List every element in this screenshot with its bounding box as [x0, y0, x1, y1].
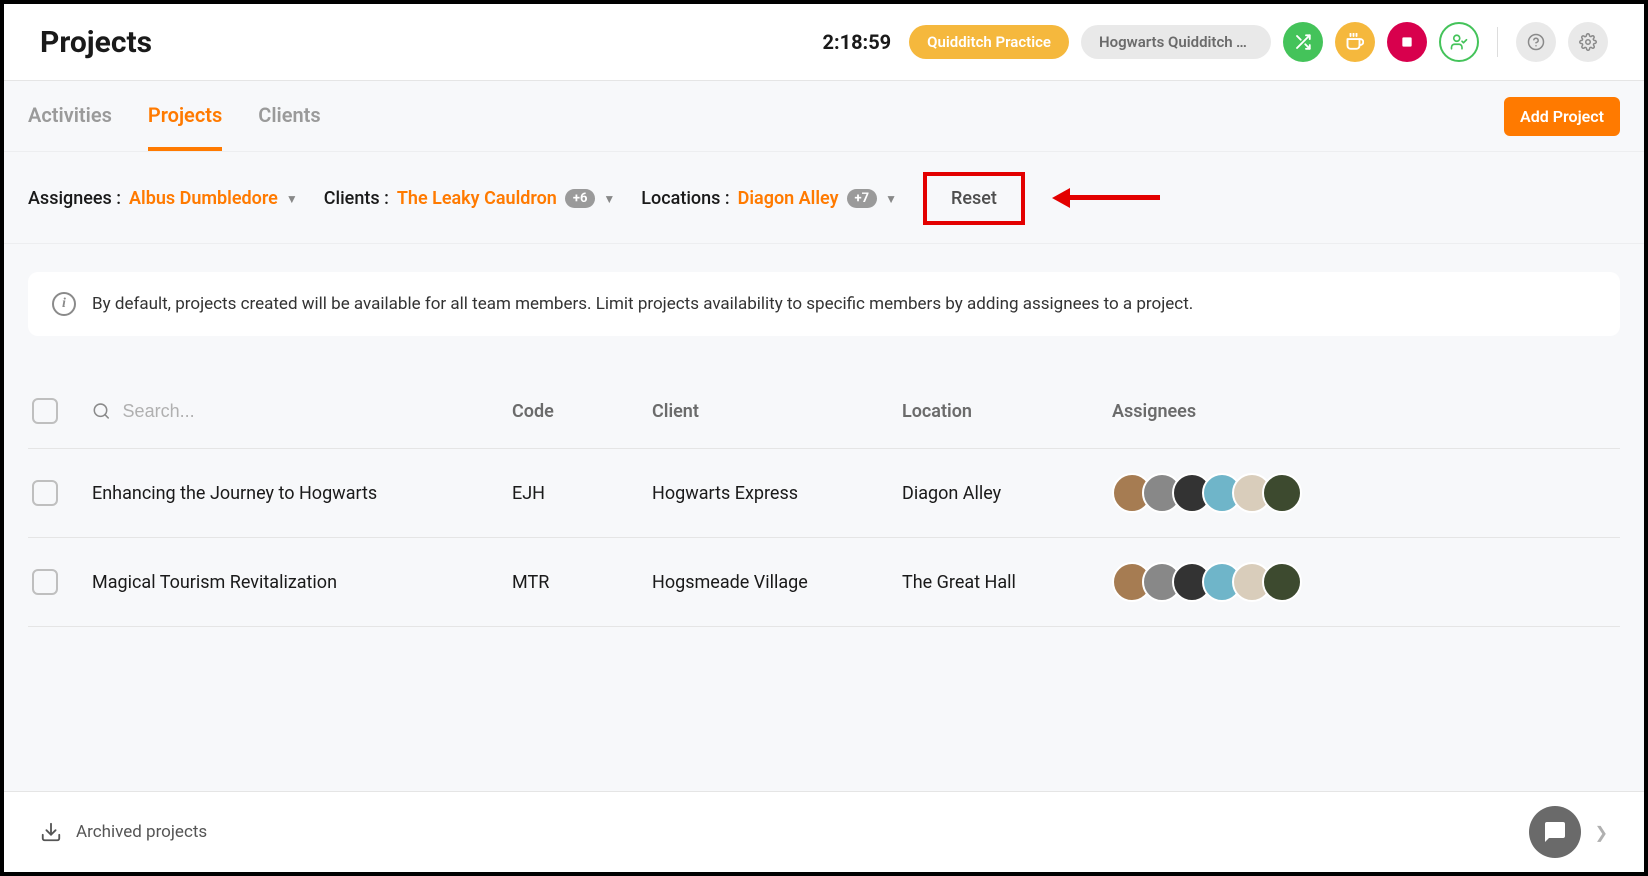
select-all-checkbox[interactable]: [32, 398, 58, 424]
shuffle-button[interactable]: [1283, 22, 1323, 62]
secondary-task-pill[interactable]: Hogwarts Quidditch To...: [1081, 25, 1271, 59]
avatar[interactable]: [1262, 473, 1302, 513]
filter-clients-label: Clients :: [324, 188, 389, 209]
footer-right: ❯: [1529, 806, 1608, 858]
active-task-pill[interactable]: Quidditch Practice: [909, 25, 1069, 59]
reset-button[interactable]: Reset: [923, 172, 1025, 225]
arrow-head-icon: [1052, 188, 1070, 208]
table-header: Code Client Location Assignees: [28, 374, 1620, 449]
help-button[interactable]: [1516, 22, 1556, 62]
row-checkbox[interactable]: [32, 480, 58, 506]
col-code: Code: [512, 401, 652, 422]
user-check-icon: [1450, 33, 1468, 51]
content-area: i By default, projects created will be a…: [4, 244, 1644, 826]
project-client: Hogwarts Express: [652, 483, 902, 504]
project-code: EJH: [512, 483, 652, 504]
arrow-shaft: [1070, 195, 1160, 200]
filter-assignees-value: Albus Dumbledore: [129, 188, 278, 209]
chevron-right-icon: ❯: [1595, 823, 1608, 842]
header-right: 2:18:59 Quidditch Practice Hogwarts Quid…: [823, 22, 1609, 62]
table-row[interactable]: Magical Tourism RevitalizationMTRHogsmea…: [28, 538, 1620, 627]
avatar[interactable]: [1262, 562, 1302, 602]
archived-label: Archived projects: [76, 822, 207, 842]
assignee-avatars: [1112, 562, 1616, 602]
filter-clients-value: The Leaky Cauldron: [397, 188, 557, 209]
break-button[interactable]: [1335, 22, 1375, 62]
project-location: Diagon Alley: [902, 483, 1112, 504]
chat-icon: [1543, 820, 1567, 844]
filter-locations-count: +7: [847, 189, 878, 208]
info-text: By default, projects created will be ava…: [92, 294, 1193, 314]
chevron-down-icon: ▼: [286, 192, 298, 206]
filter-locations-value: Diagon Alley: [738, 188, 839, 209]
col-client: Client: [652, 401, 902, 422]
project-client: Hogsmeade Village: [652, 572, 902, 593]
settings-button[interactable]: [1568, 22, 1608, 62]
filters-row: Assignees : Albus Dumbledore ▼ Clients :…: [4, 152, 1644, 244]
col-location: Location: [902, 401, 1112, 422]
table-body: Enhancing the Journey to HogwartsEJHHogw…: [28, 449, 1620, 627]
info-banner: i By default, projects created will be a…: [28, 272, 1620, 336]
page-title: Projects: [40, 25, 152, 60]
archive-icon: [40, 821, 62, 843]
search-icon: [92, 401, 111, 421]
filter-clients-count: +6: [565, 189, 596, 208]
row-checkbox[interactable]: [32, 569, 58, 595]
user-add-button[interactable]: [1439, 22, 1479, 62]
tabs-row: Activities Projects Clients Add Project: [4, 81, 1644, 152]
help-icon: [1527, 33, 1545, 51]
add-project-button[interactable]: Add Project: [1504, 97, 1620, 136]
tabs-list: Activities Projects Clients: [28, 81, 321, 151]
filter-clients[interactable]: Clients : The Leaky Cauldron +6 ▼: [324, 188, 616, 209]
annotation-arrow: [1052, 188, 1160, 208]
chevron-down-icon: ▼: [603, 192, 615, 206]
stop-icon: [1400, 35, 1414, 49]
filter-locations-label: Locations :: [641, 188, 729, 209]
stop-button[interactable]: [1387, 22, 1427, 62]
coffee-icon: [1346, 33, 1364, 51]
search-cell: [92, 401, 512, 422]
info-icon: i: [52, 292, 76, 316]
col-assignees: Assignees: [1112, 401, 1616, 422]
archived-projects-link[interactable]: Archived projects: [40, 821, 207, 843]
search-input[interactable]: [123, 401, 512, 422]
filter-assignees-label: Assignees :: [28, 188, 121, 209]
settings-icon: [1579, 33, 1597, 51]
shuffle-icon: [1294, 33, 1312, 51]
chat-button[interactable]: [1529, 806, 1581, 858]
project-location: The Great Hall: [902, 572, 1112, 593]
tab-clients[interactable]: Clients: [258, 81, 320, 151]
filter-assignees[interactable]: Assignees : Albus Dumbledore ▼: [28, 188, 298, 209]
tab-activities[interactable]: Activities: [28, 81, 112, 151]
project-name: Enhancing the Journey to Hogwarts: [92, 483, 512, 504]
tab-projects[interactable]: Projects: [148, 81, 222, 151]
app-header: Projects 2:18:59 Quidditch Practice Hogw…: [4, 4, 1644, 81]
timer-display: 2:18:59: [823, 30, 892, 54]
project-name: Magical Tourism Revitalization: [92, 572, 512, 593]
table-row[interactable]: Enhancing the Journey to HogwartsEJHHogw…: [28, 449, 1620, 538]
project-code: MTR: [512, 572, 652, 593]
filter-locations[interactable]: Locations : Diagon Alley +7 ▼: [641, 188, 897, 209]
divider: [1497, 27, 1498, 57]
footer: Archived projects ❯: [4, 791, 1644, 872]
assignee-avatars: [1112, 473, 1616, 513]
chevron-down-icon: ▼: [885, 192, 897, 206]
